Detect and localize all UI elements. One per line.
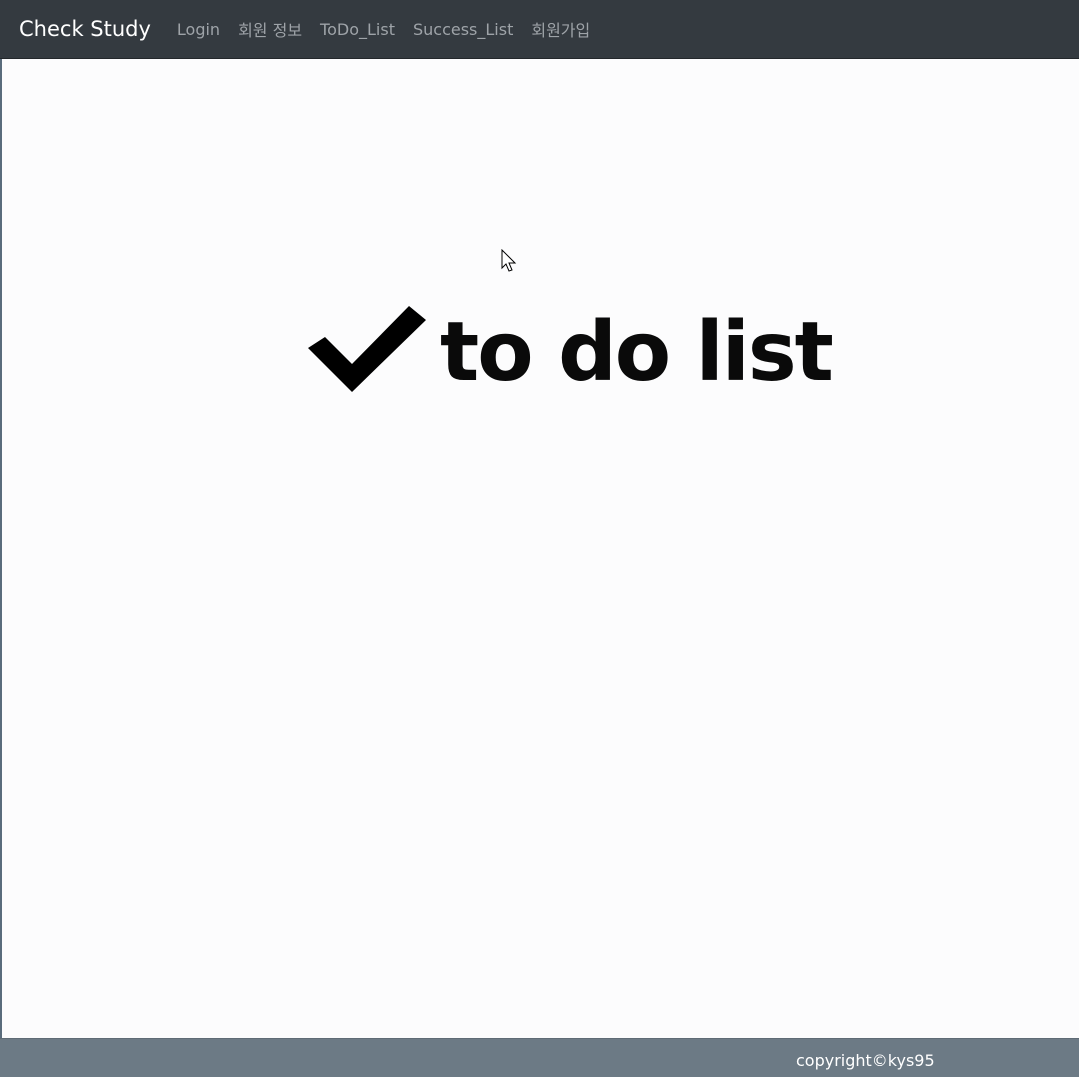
- nav-links: Login 회원 정보 ToDo_List Success_List 회원가입: [177, 17, 608, 41]
- checkmark-icon: [308, 306, 426, 392]
- page-footer: copyright©kys95: [0, 1038, 1079, 1077]
- nav-link-todo-list[interactable]: ToDo_List: [320, 20, 395, 39]
- brand-link[interactable]: Check Study: [19, 17, 151, 41]
- todo-list-logo: to do list: [300, 300, 834, 410]
- nav-link-success-list[interactable]: Success_List: [413, 20, 513, 39]
- nav-link-member-info[interactable]: 회원 정보: [238, 17, 302, 41]
- logo-text: to do list: [440, 305, 834, 400]
- window-edge: [0, 59, 2, 1038]
- nav-link-signup[interactable]: 회원가입: [531, 17, 590, 41]
- nav-link-login[interactable]: Login: [177, 20, 220, 39]
- copyright-text: copyright©kys95: [796, 1051, 935, 1070]
- top-navbar: Check Study Login 회원 정보 ToDo_List Succes…: [0, 0, 1079, 59]
- mouse-pointer-icon: [501, 249, 517, 272]
